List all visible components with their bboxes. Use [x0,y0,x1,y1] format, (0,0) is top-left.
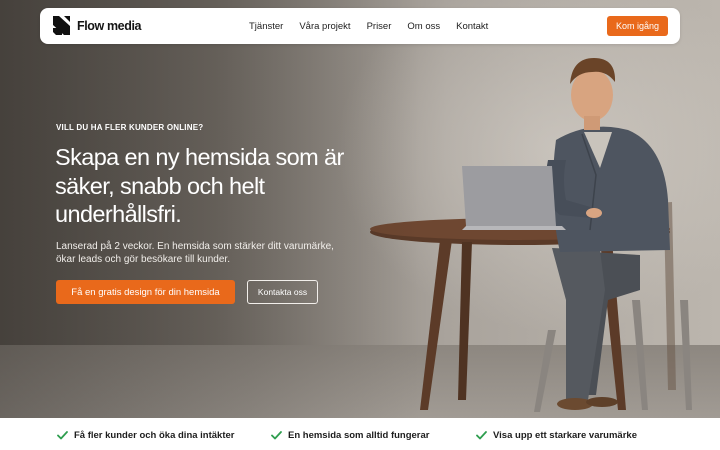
feature-item: Få fler kunder och öka dina intäkter [57,430,234,441]
get-started-button[interactable]: Kom igång [607,16,668,36]
feature-title: En hemsida som alltid fungerar [288,430,430,441]
check-icon [476,431,487,440]
flowmedia-logo-icon [53,16,70,35]
feature-title: Få fler kunder och öka dina intäkter [74,430,235,441]
hero-eyebrow: VILL DU HA FLER KUNDER ONLINE? [56,123,204,132]
nav-link-priser[interactable]: Priser [367,21,392,32]
nav-link-kontakt[interactable]: Kontakt [456,21,488,32]
nav-link-om-oss[interactable]: Om oss [407,21,440,32]
feature-item: En hemsida som alltid fungerar [271,430,429,441]
feature-title: Visa upp ett starkare varumärke [493,430,637,441]
free-design-button[interactable]: Få en gratis design för din hemsida [56,280,235,304]
hero-subtext: Lanserad på 2 veckor. En hemsida som stä… [56,241,334,265]
brand-logo[interactable]: Flow media [53,16,141,35]
feature-item: Visa upp ett starkare varumärke [476,430,637,441]
brand-name: Flow media [77,18,142,33]
top-navbar: Flow media Tjänster Våra projekt Priser … [40,8,680,44]
main-nav: Tjänster Våra projekt Priser Om oss Kont… [249,8,504,44]
check-icon [271,431,282,440]
features-bar: Få fler kunder och öka dina intäkter En … [0,418,720,450]
hero-headline: Skapa en ny hemsida som är säker, snabb … [55,144,344,227]
contact-us-button[interactable]: Kontakta oss [247,280,318,304]
hero-section: VILL DU HA FLER KUNDER ONLINE? Skapa en … [0,0,720,418]
nav-link-tjanster[interactable]: Tjänster [249,21,283,32]
check-icon [57,431,68,440]
nav-link-vara-projekt[interactable]: Våra projekt [299,21,350,32]
